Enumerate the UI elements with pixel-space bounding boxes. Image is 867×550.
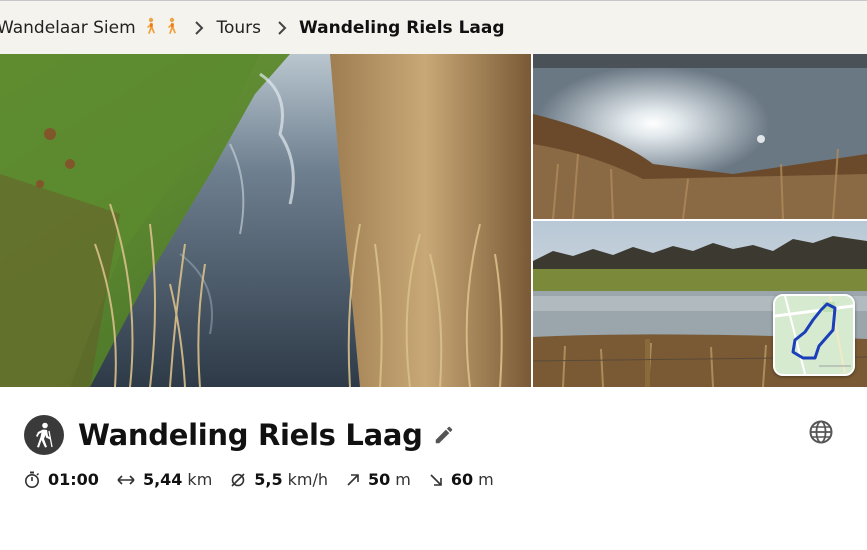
hiking-icon: [24, 415, 64, 455]
arrow-down-right-icon: [430, 473, 442, 486]
tour-header: Wandeling Riels Laag: [24, 414, 455, 456]
duration-value: 01:00: [48, 470, 99, 489]
breadcrumb-home-link[interactable]: Wandelaar Siem: [0, 17, 178, 38]
stat-duration: 01:00: [24, 470, 99, 489]
descent-value: 60: [450, 470, 474, 489]
ascent-value: 50: [368, 470, 391, 489]
tour-title: Wandeling Riels Laag: [78, 418, 423, 452]
chevron-right-icon: [195, 20, 204, 35]
speed-value: 5,5: [254, 470, 283, 489]
average-icon: [231, 472, 245, 487]
gallery-photo-2[interactable]: [533, 54, 867, 219]
gallery-photo-main[interactable]: [0, 54, 531, 387]
breadcrumb-tours-link[interactable]: Tours: [216, 18, 261, 38]
walker-emoji-icon: [147, 17, 156, 34]
globe-icon[interactable]: [808, 419, 834, 445]
photo-gallery: [0, 54, 867, 387]
speed-unit: km/h: [287, 470, 329, 489]
route-map-thumbnail[interactable]: [773, 294, 855, 376]
descent-unit: m: [478, 470, 494, 489]
breadcrumb-current: Wandeling Riels Laag: [299, 17, 505, 38]
breadcrumb-home-label: Wandelaar Siem: [0, 18, 136, 38]
ascent-unit: m: [395, 470, 411, 489]
breadcrumb: Wandelaar Siem Tours Wandeling Riels Laa…: [0, 0, 867, 54]
stat-ascent: 50 m: [346, 470, 411, 489]
distance-value: 5,44: [142, 470, 183, 489]
arrow-up-right-icon: [347, 473, 359, 486]
stat-descent: 60 m: [429, 470, 494, 489]
pencil-icon[interactable]: [433, 424, 455, 446]
stopwatch-icon: [25, 471, 40, 488]
distance-unit: km: [187, 470, 213, 489]
walker-emoji-icon-2: [168, 17, 177, 34]
horizontal-arrows-icon: [117, 474, 135, 485]
tour-stats: 01:00 5,44 km 5,5 km/h 50 m 60 m: [24, 470, 512, 489]
stat-speed: 5,5 km/h: [230, 470, 328, 489]
stat-distance: 5,44 km: [117, 470, 212, 489]
chevron-right-icon: [278, 20, 287, 35]
